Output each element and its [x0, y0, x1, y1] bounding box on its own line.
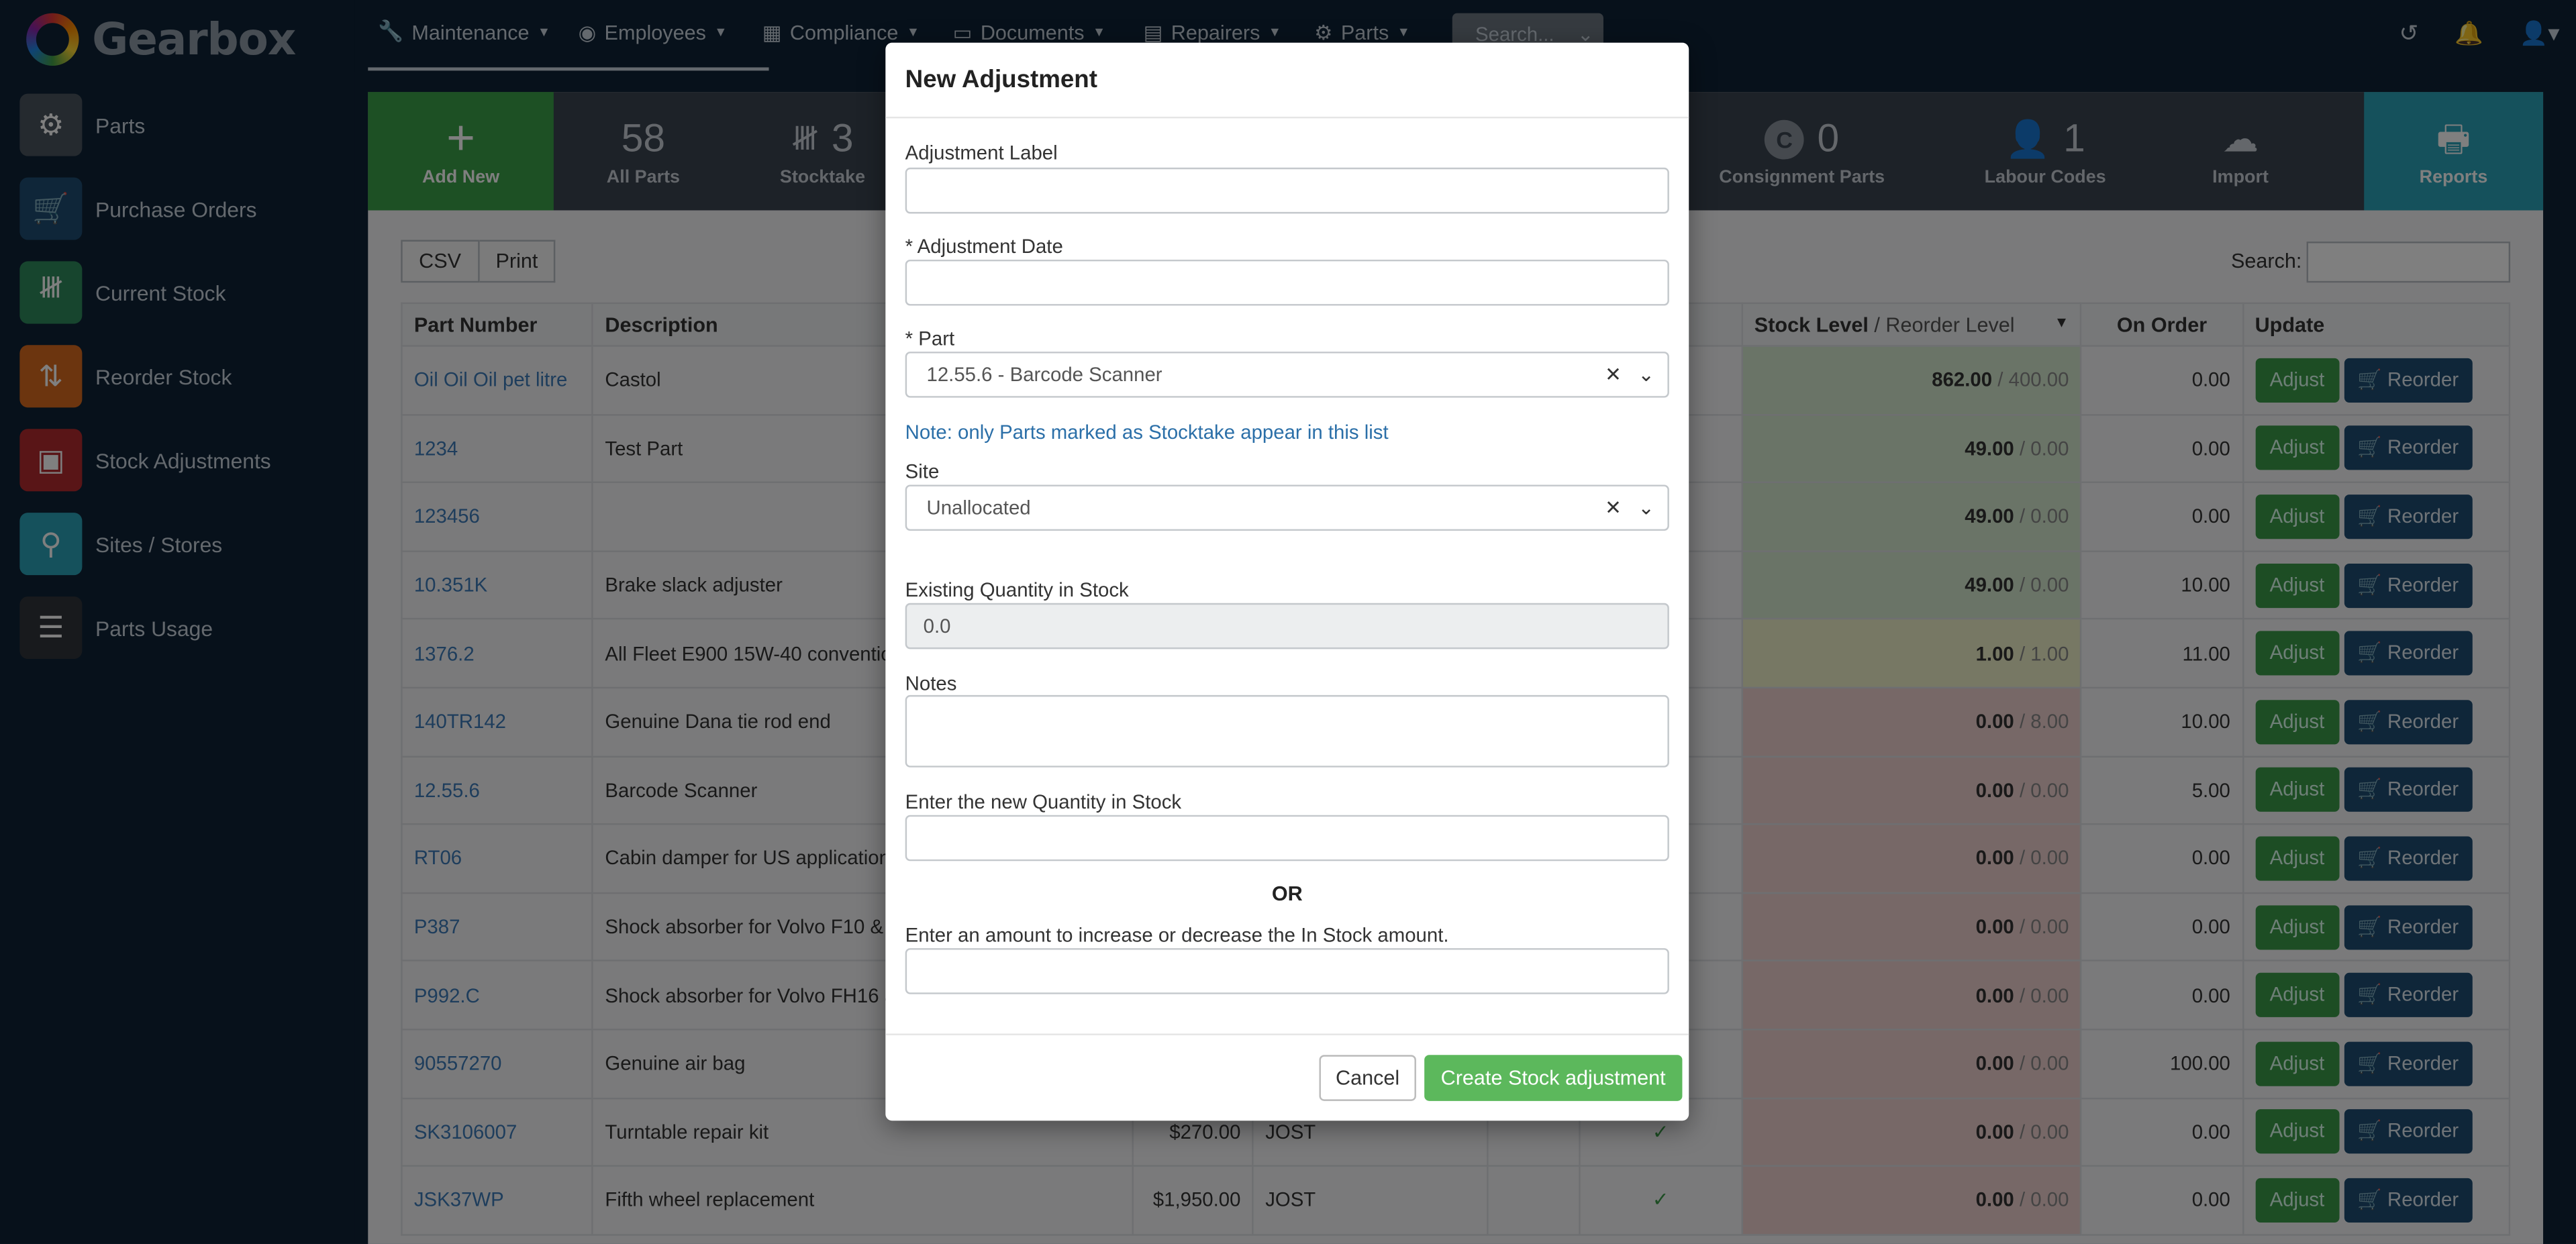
- adjustment-label-input[interactable]: [905, 167, 1669, 214]
- required-mark: *: [905, 235, 913, 258]
- new-quantity-input[interactable]: [905, 815, 1669, 862]
- part-note: Note: only Parts marked as Stocktake app…: [905, 420, 1389, 444]
- amount-input[interactable]: [905, 948, 1669, 994]
- clear-icon[interactable]: ✕: [1605, 363, 1622, 386]
- existing-quantity-field: 0.0: [905, 603, 1669, 650]
- part-label: * Part: [905, 327, 955, 350]
- adjustment-date-text: Adjustment Date: [917, 235, 1063, 258]
- part-select[interactable]: 12.55.6 - Barcode Scanner ✕ ⌄: [905, 352, 1669, 398]
- site-select-value: Unallocated: [926, 496, 1031, 519]
- clear-icon[interactable]: ✕: [1605, 497, 1622, 519]
- app-window: Gearbox ⚙ Parts 🛒 Purchase Orders 𝍸 Curr…: [0, 0, 2576, 1244]
- notes-textarea[interactable]: [905, 694, 1669, 768]
- create-stock-adjustment-button[interactable]: Create Stock adjustment: [1424, 1055, 1683, 1101]
- modal-footer: Cancel Create Stock adjustment: [885, 1033, 1689, 1121]
- required-mark: *: [905, 327, 913, 350]
- modal-title: New Adjustment: [885, 43, 1689, 119]
- notes-label: Notes: [905, 672, 957, 695]
- chevron-down-icon[interactable]: ⌄: [1638, 363, 1654, 386]
- adjustment-date-input[interactable]: [905, 259, 1669, 306]
- existing-quantity-label: Existing Quantity in Stock: [905, 578, 1129, 602]
- adjustment-date-label: * Adjustment Date: [905, 235, 1063, 258]
- adjustment-label-label: Adjustment Label: [905, 141, 1058, 164]
- chevron-down-icon[interactable]: ⌄: [1638, 497, 1654, 519]
- new-adjustment-modal: New Adjustment Adjustment Label * Adjust…: [885, 42, 1689, 1121]
- site-select[interactable]: Unallocated ✕ ⌄: [905, 484, 1669, 531]
- part-select-value: 12.55.6 - Barcode Scanner: [926, 363, 1162, 386]
- site-label: Site: [905, 460, 940, 484]
- cancel-button[interactable]: Cancel: [1319, 1055, 1416, 1101]
- part-label-text: Part: [918, 327, 955, 350]
- or-separator: OR: [1271, 882, 1303, 906]
- new-quantity-label: Enter the new Quantity in Stock: [905, 790, 1182, 814]
- amount-label: Enter an amount to increase or decrease …: [905, 923, 1449, 947]
